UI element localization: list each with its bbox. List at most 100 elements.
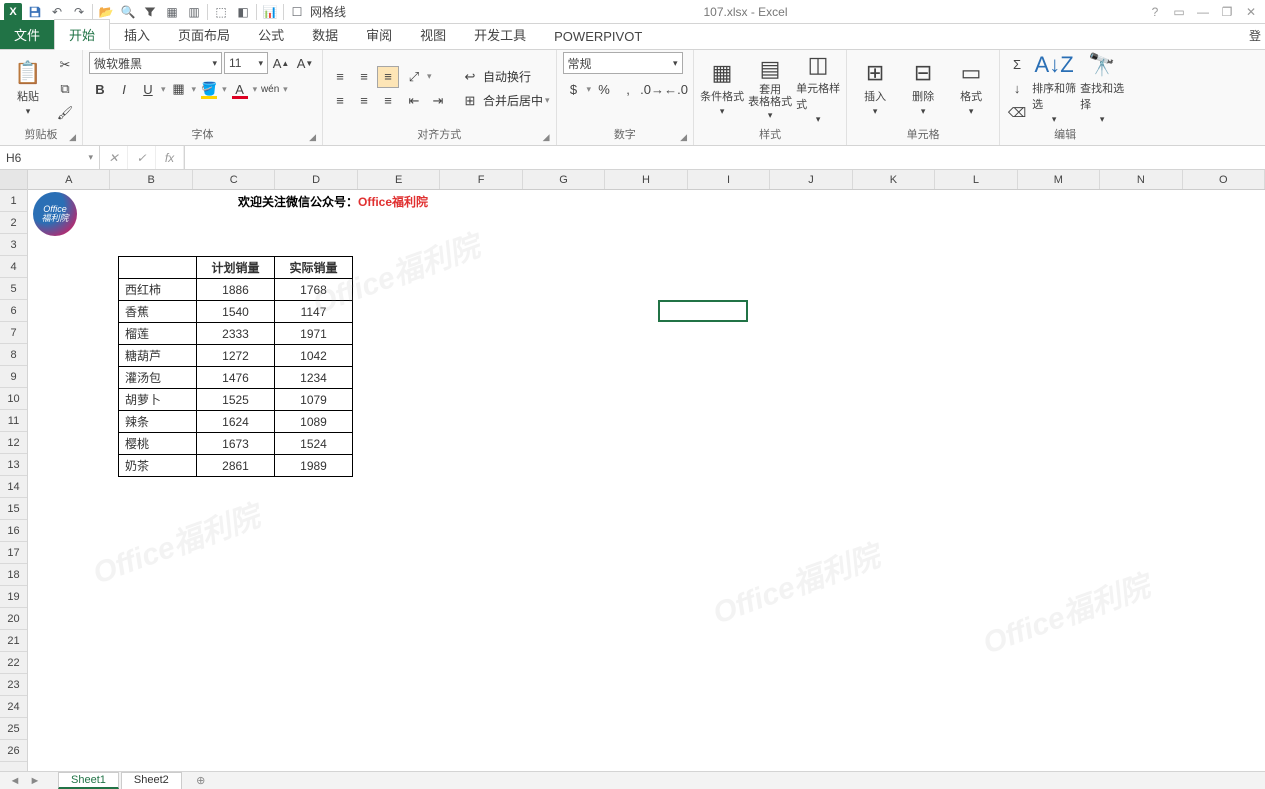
- italic-button[interactable]: I: [113, 78, 135, 100]
- increase-indent-icon[interactable]: ⇥: [427, 90, 449, 112]
- table-cell[interactable]: 1886: [197, 279, 275, 301]
- row-header[interactable]: 25: [0, 718, 27, 740]
- redo-icon[interactable]: ↷: [70, 3, 88, 21]
- row-header[interactable]: 26: [0, 740, 27, 762]
- conditional-format-button[interactable]: ▦条件格式▾: [700, 53, 744, 125]
- row-header[interactable]: 8: [0, 344, 27, 366]
- column-header[interactable]: B: [110, 170, 192, 189]
- tab-公式[interactable]: 公式: [244, 20, 298, 49]
- column-header[interactable]: C: [193, 170, 275, 189]
- table-cell[interactable]: 1234: [275, 367, 353, 389]
- spreadsheet-grid[interactable]: 1234567891011121314151617181920212223242…: [0, 170, 1265, 771]
- align-center-icon[interactable]: ≡: [353, 90, 375, 112]
- table-cell[interactable]: 1272: [197, 345, 275, 367]
- row-header[interactable]: 20: [0, 608, 27, 630]
- row-header[interactable]: 24: [0, 696, 27, 718]
- save-icon[interactable]: [26, 3, 44, 21]
- align-middle-icon[interactable]: ≡: [353, 66, 375, 88]
- row-header[interactable]: 23: [0, 674, 27, 696]
- row-header[interactable]: 4: [0, 256, 27, 278]
- table-cell[interactable]: 1540: [197, 301, 275, 323]
- table-cell[interactable]: 2333: [197, 323, 275, 345]
- fill-color-button[interactable]: 🪣: [198, 78, 220, 100]
- bold-button[interactable]: B: [89, 78, 111, 100]
- select-all-corner[interactable]: [0, 170, 27, 190]
- open-icon[interactable]: 📂: [97, 3, 115, 21]
- number-format-select[interactable]: 常规▾: [563, 52, 683, 74]
- new-sheet-icon[interactable]: ⊕: [192, 773, 210, 789]
- column-header[interactable]: O: [1183, 170, 1265, 189]
- column-header[interactable]: M: [1018, 170, 1100, 189]
- cancel-formula-icon[interactable]: ✕: [100, 146, 128, 169]
- clear-icon[interactable]: ⌫: [1006, 102, 1028, 124]
- row-header[interactable]: 14: [0, 476, 27, 498]
- tab-插入[interactable]: 插入: [110, 20, 164, 49]
- column-header[interactable]: A: [28, 170, 110, 189]
- row-header[interactable]: 6: [0, 300, 27, 322]
- dialog-launcher-icon[interactable]: ◢: [543, 132, 550, 143]
- table-cell[interactable]: 1476: [197, 367, 275, 389]
- align-top-icon[interactable]: ≡: [329, 66, 351, 88]
- align-left-icon[interactable]: ≡: [329, 90, 351, 112]
- table-cell[interactable]: 1624: [197, 411, 275, 433]
- decrease-indent-icon[interactable]: ⇤: [403, 90, 425, 112]
- name-box[interactable]: H6▾: [0, 146, 100, 169]
- font-size-select[interactable]: 11▾: [224, 52, 268, 74]
- table-cell[interactable]: 香蕉: [119, 301, 197, 323]
- find-select-button[interactable]: 🔭查找和选择▾: [1080, 53, 1124, 125]
- table-cell[interactable]: 灌汤包: [119, 367, 197, 389]
- restore-icon[interactable]: ❐: [1217, 3, 1237, 21]
- help-icon[interactable]: ?: [1145, 3, 1165, 21]
- table-cell[interactable]: 西红柿: [119, 279, 197, 301]
- table-cell[interactable]: 1089: [275, 411, 353, 433]
- column-header[interactable]: N: [1100, 170, 1182, 189]
- row-header[interactable]: 15: [0, 498, 27, 520]
- search-icon[interactable]: 🔍: [119, 3, 137, 21]
- paste-button[interactable]: 📋 粘贴 ▾: [6, 53, 50, 125]
- minimize-icon[interactable]: —: [1193, 3, 1213, 21]
- table-cell[interactable]: 奶茶: [119, 455, 197, 477]
- column-header[interactable]: K: [853, 170, 935, 189]
- gridlines-checkbox[interactable]: ☐: [288, 3, 306, 21]
- row-header[interactable]: 11: [0, 410, 27, 432]
- tab-数据[interactable]: 数据: [298, 20, 352, 49]
- column-header[interactable]: E: [358, 170, 440, 189]
- sign-in-link[interactable]: 登: [1249, 27, 1261, 44]
- sort-filter-button[interactable]: A↓Z排序和筛选▾: [1032, 53, 1076, 125]
- format-painter-icon[interactable]: 🖌: [54, 102, 76, 124]
- row-header[interactable]: 17: [0, 542, 27, 564]
- formula-input[interactable]: [185, 146, 1265, 169]
- column-header[interactable]: D: [275, 170, 357, 189]
- freeze-icon[interactable]: ▥: [185, 3, 203, 21]
- currency-icon[interactable]: $: [563, 78, 585, 100]
- format-as-table-button[interactable]: ▤套用 表格格式▾: [748, 53, 792, 125]
- tab-视图[interactable]: 视图: [406, 20, 460, 49]
- table-cell[interactable]: 樱桃: [119, 433, 197, 455]
- filter-icon[interactable]: [141, 3, 159, 21]
- row-header[interactable]: 18: [0, 564, 27, 586]
- tab-开发工具[interactable]: 开发工具: [460, 20, 540, 49]
- tab-文件[interactable]: 文件: [0, 20, 54, 49]
- row-header[interactable]: 10: [0, 388, 27, 410]
- increase-decimal-icon[interactable]: .0→: [641, 78, 663, 100]
- row-header[interactable]: 21: [0, 630, 27, 652]
- row-header[interactable]: 13: [0, 454, 27, 476]
- tab-页面布局[interactable]: 页面布局: [164, 20, 244, 49]
- row-header[interactable]: 1: [0, 190, 27, 212]
- row-header[interactable]: 22: [0, 652, 27, 674]
- column-header[interactable]: H: [605, 170, 687, 189]
- underline-button[interactable]: U: [137, 78, 159, 100]
- table-cell[interactable]: 1147: [275, 301, 353, 323]
- insert-button[interactable]: ⊞插入▾: [853, 53, 897, 125]
- close-icon[interactable]: ✕: [1241, 3, 1261, 21]
- sheet-tab[interactable]: Sheet1: [58, 772, 119, 789]
- comma-icon[interactable]: ,: [617, 78, 639, 100]
- tab-开始[interactable]: 开始: [54, 19, 110, 50]
- row-header[interactable]: 2: [0, 212, 27, 234]
- sheet-nav-prev-icon[interactable]: ◄: [6, 773, 24, 789]
- increase-font-icon[interactable]: A▲: [270, 52, 292, 74]
- table-cell[interactable]: 1971: [275, 323, 353, 345]
- font-name-select[interactable]: 微软雅黑▾: [89, 52, 222, 74]
- tool2-icon[interactable]: ◧: [234, 3, 252, 21]
- align-right-icon[interactable]: ≡: [377, 90, 399, 112]
